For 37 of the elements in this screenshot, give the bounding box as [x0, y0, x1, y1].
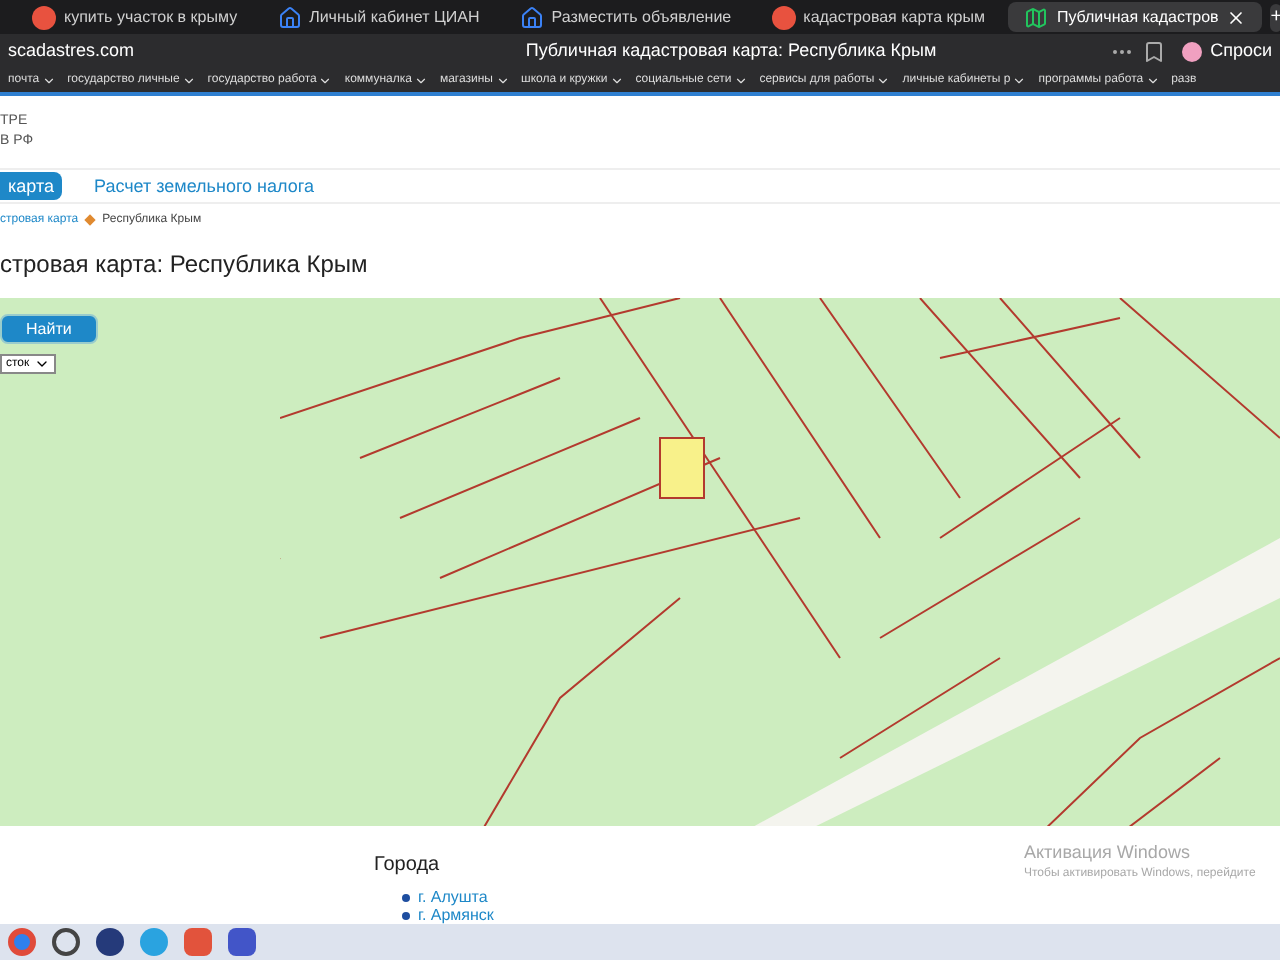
house-icon — [277, 5, 302, 29]
bookmark-icon[interactable] — [1142, 39, 1167, 63]
bullet-icon — [402, 911, 410, 919]
map-icon — [1024, 5, 1049, 29]
activation-title: Активация Windows — [1024, 839, 1192, 866]
address-text[interactable]: scadastres.com — [8, 37, 368, 65]
search-engine-icon — [771, 5, 796, 29]
browser-tab[interactable]: купить участок в крыму — [16, 2, 254, 32]
chevron-down-icon[interactable] — [413, 73, 428, 87]
page-heading: стровая карта: Республика Крым — [0, 248, 368, 283]
city-link[interactable]: г. Армянск — [418, 906, 494, 924]
chevron-down-icon[interactable] — [495, 73, 509, 87]
circle-logo-icon[interactable] — [96, 928, 124, 956]
city-link[interactable]: г. Алушта — [418, 888, 488, 906]
chevron-down-icon[interactable] — [876, 73, 891, 87]
bullet-icon — [402, 893, 410, 901]
browser-tab[interactable]: Публичная кадастров — [1008, 2, 1263, 32]
search-button[interactable]: Найти — [0, 314, 98, 345]
chevron-down-icon[interactable] — [181, 73, 196, 87]
chevron-down-icon[interactable] — [733, 73, 748, 87]
search-engine-icon — [32, 5, 56, 29]
chevron-down-icon[interactable] — [1012, 73, 1027, 87]
nav-tab[interactable]: карта — [0, 172, 62, 201]
cities-heading: Города — [374, 852, 440, 880]
browser-tab[interactable]: кадастровая карта крым — [755, 2, 1001, 32]
chevron-down-icon[interactable] — [609, 73, 624, 87]
chevron-down-icon[interactable] — [41, 73, 56, 87]
chevron-down-icon[interactable] — [318, 73, 333, 87]
close-icon[interactable] — [1226, 7, 1247, 27]
ask-button[interactable]: Спроси — [1182, 37, 1272, 65]
house-icon — [519, 5, 544, 29]
chevron-down-icon[interactable] — [1145, 73, 1160, 87]
nav-tab[interactable]: Расчет земельного налога — [85, 172, 322, 201]
page-title: Публичная кадастровая карта: Республика Крым — [523, 37, 939, 64]
browser-tab[interactable]: Разместить объявление — [503, 2, 748, 32]
breadcrumb-separator-icon — [84, 215, 96, 227]
browser-tab[interactable]: Личный кабинет ЦИАН — [261, 2, 496, 32]
